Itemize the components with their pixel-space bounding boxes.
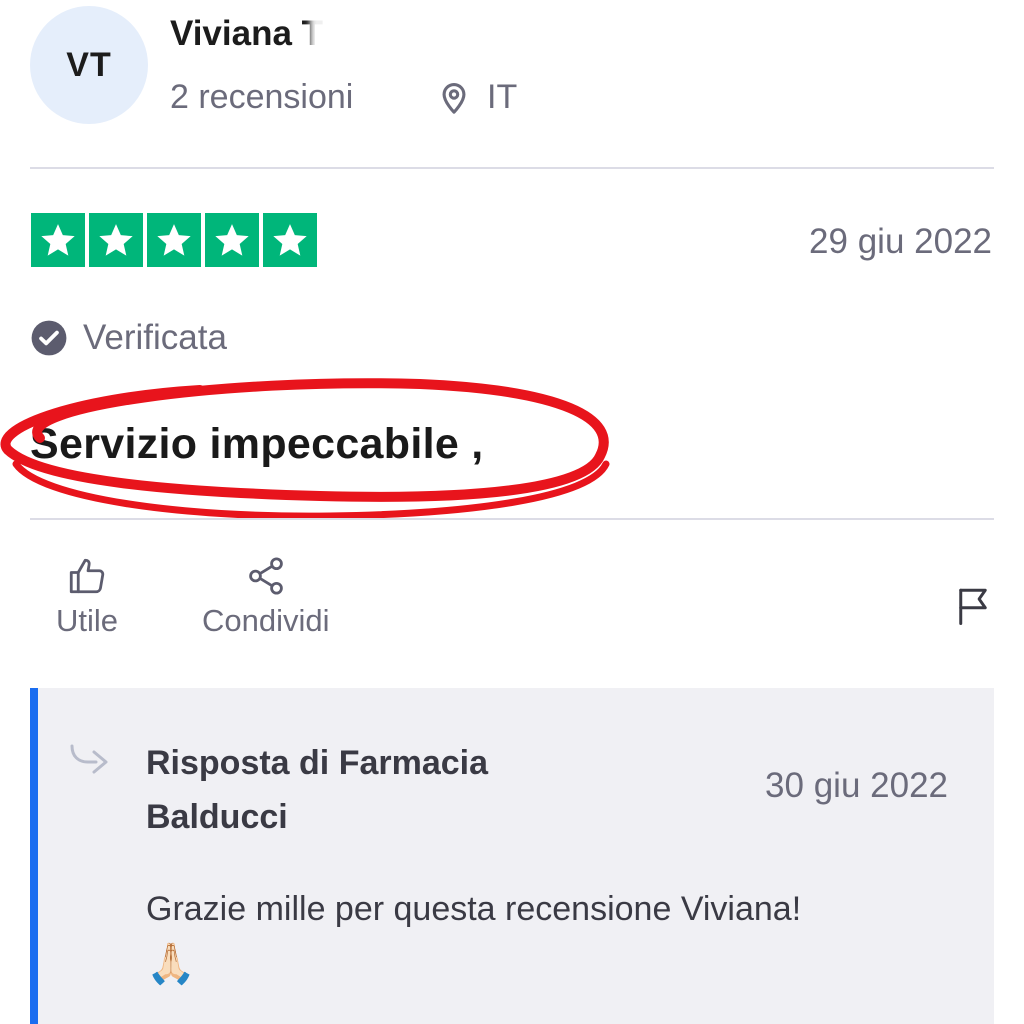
star-rating: [31, 213, 317, 267]
praying-hands-emoji: 🙏🏻: [146, 942, 196, 986]
reviewer-country: IT: [487, 78, 518, 116]
location-pin-icon: [442, 82, 466, 114]
review-count: 2 recensioni: [170, 78, 354, 116]
avatar[interactable]: VT: [30, 6, 148, 124]
reply-accent-bar: [30, 688, 38, 1024]
share-button[interactable]: Condividi: [202, 555, 330, 639]
star-icon: [31, 213, 85, 267]
reply-text: Grazie mille per questa recensione Vivia…: [146, 890, 802, 928]
share-label: Condividi: [202, 603, 330, 638]
useful-label: Utile: [56, 603, 119, 638]
review-date: 29 giu 2022: [809, 222, 992, 261]
share-icon: [248, 557, 283, 595]
flag-icon[interactable]: [952, 585, 994, 627]
verified-check-icon: [31, 320, 67, 356]
star-icon: [205, 213, 259, 267]
star-icon: [147, 213, 201, 267]
name-redaction-blur: [310, 8, 495, 64]
thumbs-up-icon: [69, 558, 105, 594]
avatar-initials: VT: [66, 45, 112, 84]
useful-button[interactable]: Utile: [56, 555, 118, 639]
reviewer-name[interactable]: Viviana T: [170, 14, 323, 54]
header-divider: [30, 167, 994, 169]
reply-author: Risposta di Farmacia Balducci: [146, 744, 489, 836]
reply-arrow-icon: [70, 744, 108, 774]
star-icon: [263, 213, 317, 267]
title-divider: [30, 518, 994, 520]
star-icon: [89, 213, 143, 267]
verified-label: Verificata: [83, 318, 227, 357]
reply-date: 30 giu 2022: [765, 766, 948, 805]
review-title[interactable]: Servizio impeccabile ,: [30, 420, 484, 469]
